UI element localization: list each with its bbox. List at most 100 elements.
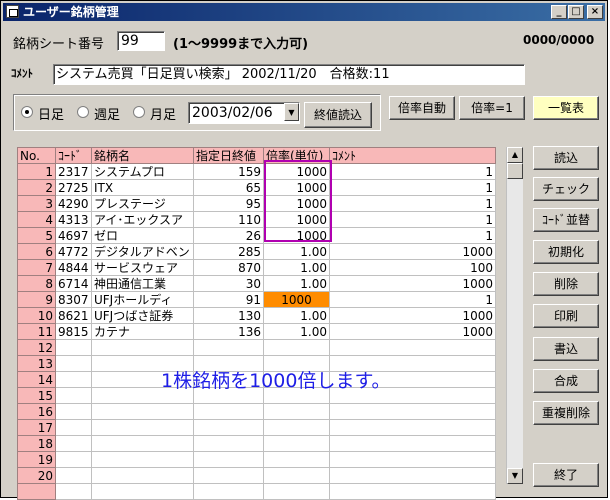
ratio-one-button[interactable]: 倍率=1 [459, 96, 525, 120]
code-cell[interactable]: 4697 [55, 227, 92, 244]
row-number[interactable]: 19 [17, 451, 56, 468]
ratio-cell[interactable]: 1000 [263, 195, 330, 212]
row-number[interactable]: 3 [17, 195, 56, 212]
row-number[interactable]: 10 [17, 307, 56, 324]
code-cell[interactable] [55, 483, 92, 500]
table-row[interactable]: 10 8621 UFJつばさ証券 130 1.00 1000 [17, 307, 496, 324]
ratio-cell[interactable]: 1000 [263, 291, 330, 308]
delete-button[interactable]: 削除 [533, 272, 599, 296]
table-row[interactable]: 8 6714 神田通信工業 30 1.00 1000 [17, 275, 496, 292]
close-cell[interactable]: 95 [193, 195, 264, 212]
row-number[interactable]: 1 [17, 163, 56, 180]
print-button[interactable]: 印刷 [533, 304, 599, 328]
code-cell[interactable]: 8621 [55, 307, 92, 324]
table-row[interactable]: 7 4844 サービスウェア 870 1.00 100 [17, 259, 496, 276]
name-cell[interactable]: プレステージ [91, 195, 194, 212]
name-cell[interactable] [91, 483, 194, 500]
row-number[interactable]: 15 [17, 387, 56, 404]
close-cell[interactable]: 110 [193, 211, 264, 228]
row-number[interactable]: 7 [17, 259, 56, 276]
header-code[interactable]: ｺｰﾄﾞ [55, 147, 92, 164]
close-cell[interactable] [193, 483, 264, 500]
radio-monthly[interactable] [133, 106, 145, 118]
comment-cell[interactable]: 1 [329, 291, 496, 308]
list-view-button[interactable]: 一覧表 [533, 96, 599, 120]
row-number[interactable]: 8 [17, 275, 56, 292]
write-button[interactable]: 書込 [533, 337, 599, 361]
code-cell[interactable]: 4844 [55, 259, 92, 276]
code-cell[interactable] [55, 451, 92, 468]
code-cell[interactable] [55, 387, 92, 404]
ratio-cell[interactable] [263, 435, 330, 452]
code-cell[interactable] [55, 419, 92, 436]
name-cell[interactable] [91, 419, 194, 436]
name-cell[interactable] [91, 403, 194, 420]
code-cell[interactable]: 2317 [55, 163, 92, 180]
name-cell[interactable]: UFJつばさ証券 [91, 307, 194, 324]
comment-cell[interactable]: 1 [329, 195, 496, 212]
close-button[interactable]: × [587, 5, 603, 19]
close-cell[interactable]: 870 [193, 259, 264, 276]
table-row[interactable]: 11 9815 カテナ 136 1.00 1000 [17, 323, 496, 340]
ratio-cell[interactable]: 1000 [263, 227, 330, 244]
ratio-cell[interactable]: 1000 [263, 211, 330, 228]
minimize-button[interactable]: _ [551, 5, 567, 19]
close-price-load-button[interactable]: 終値読込 [304, 102, 372, 128]
ratio-cell[interactable] [263, 483, 330, 500]
close-cell[interactable] [193, 339, 264, 356]
row-number[interactable] [17, 483, 56, 500]
load-button[interactable]: 読込 [533, 146, 599, 170]
close-cell[interactable]: 30 [193, 275, 264, 292]
row-number[interactable]: 9 [17, 291, 56, 308]
name-cell[interactable] [91, 435, 194, 452]
table-row[interactable]: 1 2317 システムプロ 159 1000 1 [17, 163, 496, 180]
row-number[interactable]: 13 [17, 355, 56, 372]
header-ratio[interactable]: 倍率(単位) [263, 147, 330, 164]
scroll-down-arrow-icon[interactable]: ▼ [507, 468, 523, 484]
table-row[interactable]: 4 4313 アイ･エックスア 110 1000 1 [17, 211, 496, 228]
radio-daily[interactable] [21, 106, 33, 118]
close-cell[interactable]: 130 [193, 307, 264, 324]
table-row[interactable]: 12 [17, 339, 496, 356]
close-cell[interactable]: 136 [193, 323, 264, 340]
code-cell[interactable] [55, 371, 92, 388]
merge-button[interactable]: 合成 [533, 369, 599, 393]
close-cell[interactable]: 159 [193, 163, 264, 180]
code-cell[interactable]: 4290 [55, 195, 92, 212]
initialize-button[interactable]: 初期化 [533, 240, 599, 264]
code-cell[interactable] [55, 403, 92, 420]
ratio-cell[interactable] [263, 403, 330, 420]
code-cell[interactable]: 2725 [55, 179, 92, 196]
table-scrollbar[interactable]: ▲ ▼ [506, 147, 523, 484]
comment-input[interactable]: システム売買「日足買い検索」 2002/11/20 合格数:11 [53, 64, 525, 85]
ratio-cell[interactable] [263, 467, 330, 484]
table-row[interactable]: 17 [17, 419, 496, 436]
comment-cell[interactable]: 1000 [329, 307, 496, 324]
maximize-button[interactable]: □ [568, 5, 584, 19]
name-cell[interactable]: サービスウェア [91, 259, 194, 276]
code-cell[interactable] [55, 355, 92, 372]
code-cell[interactable]: 4313 [55, 211, 92, 228]
ratio-cell[interactable] [263, 419, 330, 436]
row-number[interactable]: 18 [17, 435, 56, 452]
row-number[interactable]: 5 [17, 227, 56, 244]
ratio-cell[interactable] [263, 339, 330, 356]
comment-cell[interactable]: 1 [329, 163, 496, 180]
row-number[interactable]: 12 [17, 339, 56, 356]
table-row[interactable]: 5 4697 ゼロ 26 1000 1 [17, 227, 496, 244]
comment-cell[interactable]: 1000 [329, 243, 496, 260]
name-cell[interactable] [91, 451, 194, 468]
table-row[interactable]: 18 [17, 435, 496, 452]
close-cell[interactable] [193, 419, 264, 436]
header-close[interactable]: 指定日終値 [193, 147, 264, 164]
table-row[interactable]: 3 4290 プレステージ 95 1000 1 [17, 195, 496, 212]
close-cell[interactable] [193, 451, 264, 468]
row-number[interactable]: 4 [17, 211, 56, 228]
code-cell[interactable]: 9815 [55, 323, 92, 340]
comment-cell[interactable]: 1000 [329, 323, 496, 340]
ratio-cell[interactable]: 1.00 [263, 259, 330, 276]
comment-cell[interactable] [329, 339, 496, 356]
code-sort-button[interactable]: ｺｰﾄﾞ並替 [533, 208, 599, 232]
comment-cell[interactable] [329, 467, 496, 484]
name-cell[interactable]: アイ･エックスア [91, 211, 194, 228]
